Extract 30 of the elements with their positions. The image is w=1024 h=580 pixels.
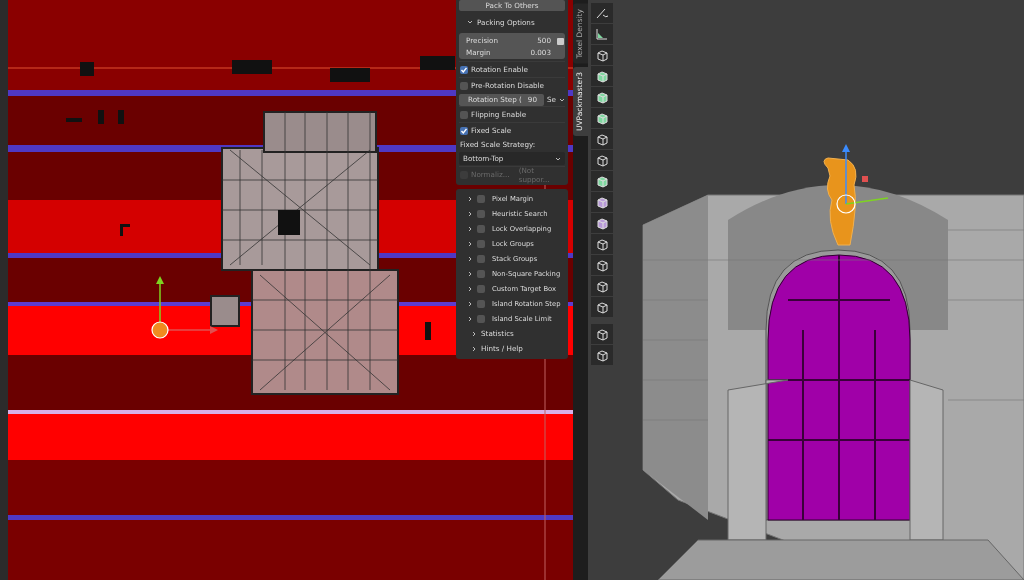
chevron-icon[interactable] — [471, 345, 477, 352]
chevron-icon[interactable] — [467, 315, 473, 322]
chevron-icon[interactable] — [467, 300, 473, 307]
checkbox[interactable] — [477, 239, 485, 248]
checkbox[interactable] — [477, 194, 485, 203]
annotate-icon[interactable] — [595, 6, 609, 20]
transform-gizmo-icon[interactable] — [151, 276, 218, 339]
chevron-icon[interactable] — [467, 210, 473, 217]
chevron-icon[interactable] — [467, 285, 473, 292]
chevron-icon[interactable] — [467, 225, 473, 232]
checkbox[interactable] — [477, 284, 485, 293]
checkbox[interactable] — [460, 81, 468, 90]
chevron-icon[interactable] — [467, 240, 473, 247]
checkbox[interactable] — [460, 126, 468, 135]
chevron-icon[interactable] — [471, 330, 477, 337]
caret-icon[interactable] — [559, 96, 565, 103]
measure-icon[interactable] — [595, 27, 609, 41]
chevron-icon[interactable] — [467, 19, 473, 25]
checkbox[interactable] — [477, 209, 485, 218]
caret-icon[interactable] — [555, 155, 561, 162]
chevron-icon[interactable] — [467, 270, 473, 277]
checkbox[interactable] — [477, 269, 485, 278]
checkbox[interactable] — [460, 65, 468, 74]
checkbox[interactable] — [477, 224, 485, 233]
chevron-icon[interactable] — [467, 255, 473, 262]
checkbox[interactable] — [477, 299, 485, 308]
checkbox[interactable] — [460, 110, 468, 119]
checkbox[interactable] — [477, 254, 485, 263]
chevron-icon[interactable] — [467, 195, 473, 202]
checkbox[interactable] — [477, 314, 485, 323]
